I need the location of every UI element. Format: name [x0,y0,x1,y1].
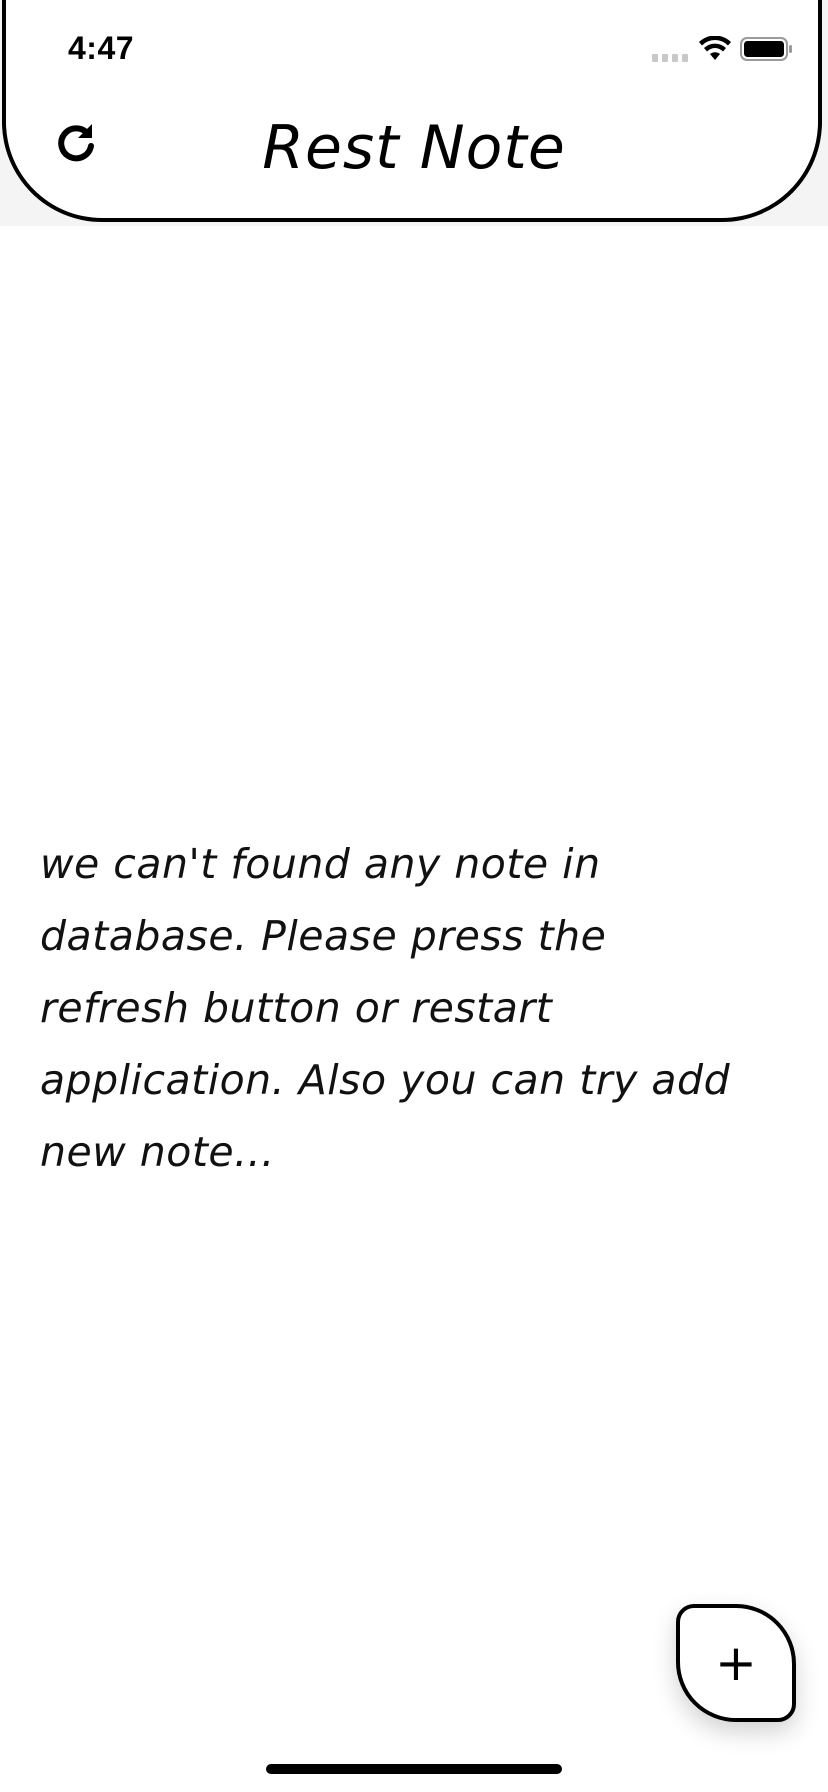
status-time: 4:47 [68,30,135,66]
empty-state-message: we can't found any note in database. Ple… [40,840,731,1176]
app-title: Rest Note [262,113,566,183]
add-icon: + [715,1634,757,1692]
signal-bars-icon [652,54,688,62]
refresh-icon [58,124,94,162]
refresh-button[interactable] [46,112,106,172]
screen: 4:47 Rest Note we can't found any note i… [0,0,828,1792]
wifi-icon [699,36,731,60]
home-indicator[interactable] [266,1764,562,1774]
battery-icon [740,37,792,61]
add-note-button[interactable]: + [676,1604,796,1722]
